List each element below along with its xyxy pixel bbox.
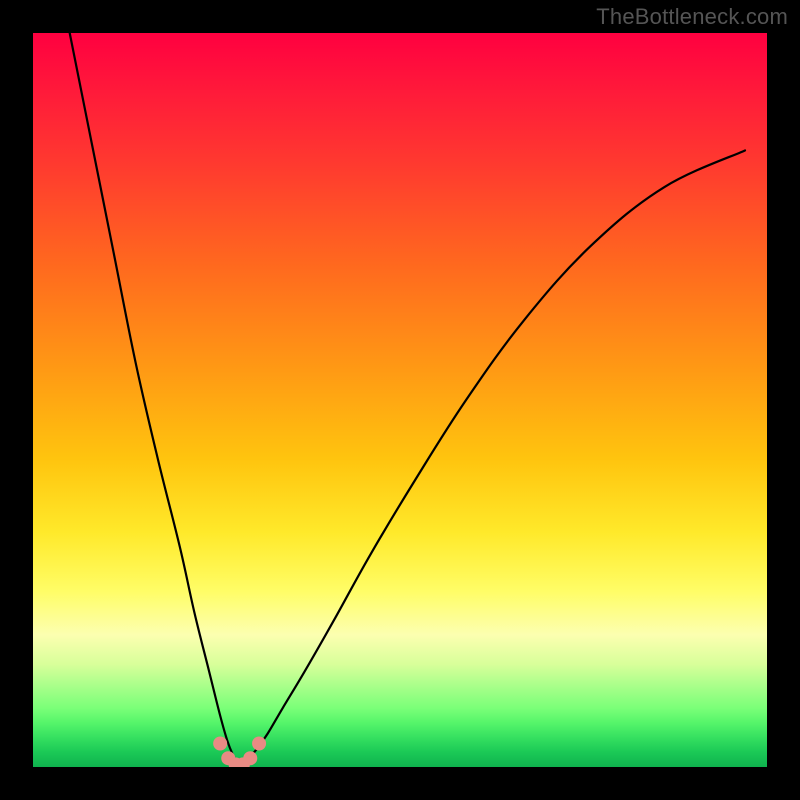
watermark-text: TheBottleneck.com <box>596 4 788 30</box>
plot-area <box>33 33 767 767</box>
chart-svg <box>33 33 767 767</box>
marker-group <box>213 737 266 767</box>
data-marker <box>213 737 227 751</box>
chart-frame: TheBottleneck.com <box>0 0 800 800</box>
curve-path <box>70 33 745 766</box>
data-marker <box>243 751 257 765</box>
data-marker <box>252 737 266 751</box>
